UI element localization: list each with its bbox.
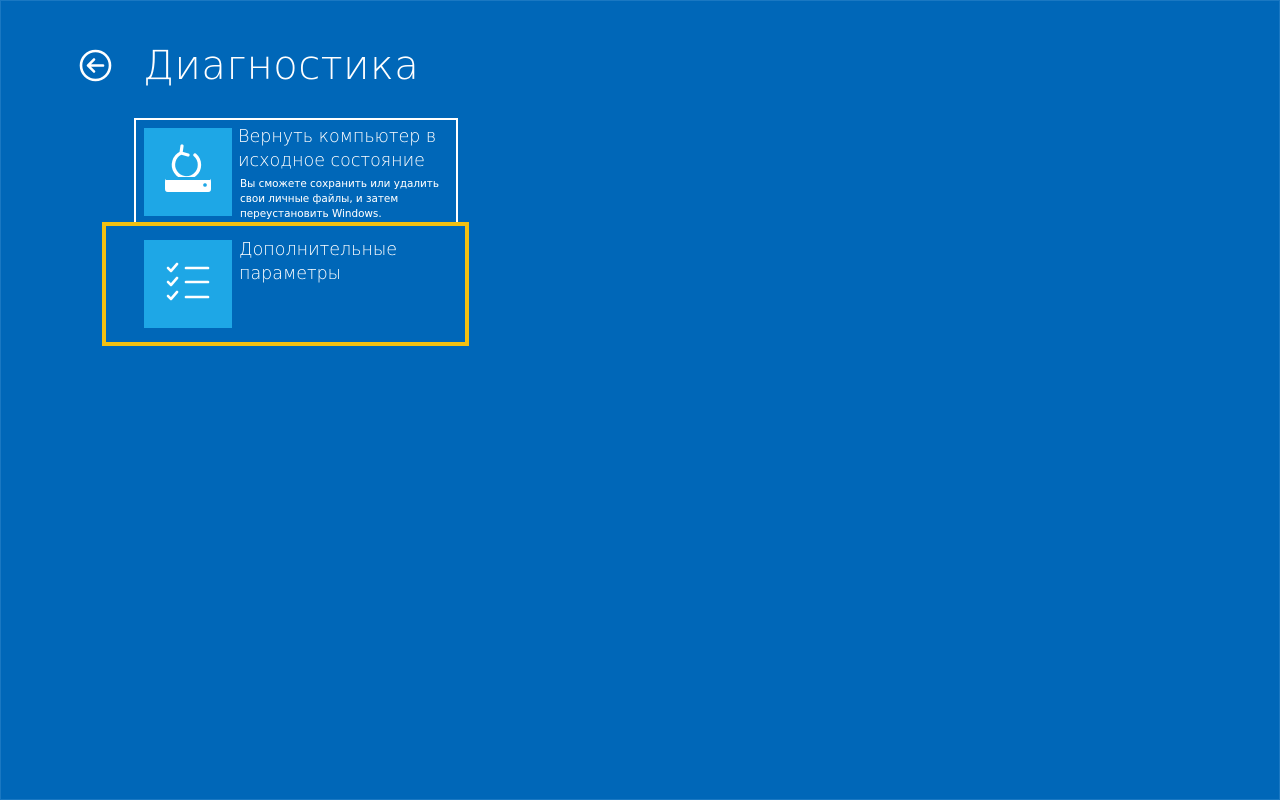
- reset-pc-tile: [144, 128, 232, 216]
- advanced-options-tile: [144, 240, 232, 328]
- reset-pc-title: Вернуть компьютер в исходное состояние: [238, 127, 437, 171]
- reset-pc-icon: [165, 144, 211, 192]
- reset-pc-option[interactable]: Вернуть компьютер в исходное состояние В…: [134, 118, 458, 224]
- checklist-icon: [166, 262, 210, 301]
- back-button[interactable]: [79, 49, 112, 82]
- reset-pc-description: Вы сможете сохранить или удалить свои ли…: [240, 178, 439, 220]
- page-title: Диагностика: [143, 43, 420, 89]
- back-arrow-circle-icon: [79, 49, 112, 82]
- advanced-options-option[interactable]: Дополнительные параметры: [102, 222, 469, 346]
- advanced-options-title: Дополнительные параметры: [239, 240, 398, 284]
